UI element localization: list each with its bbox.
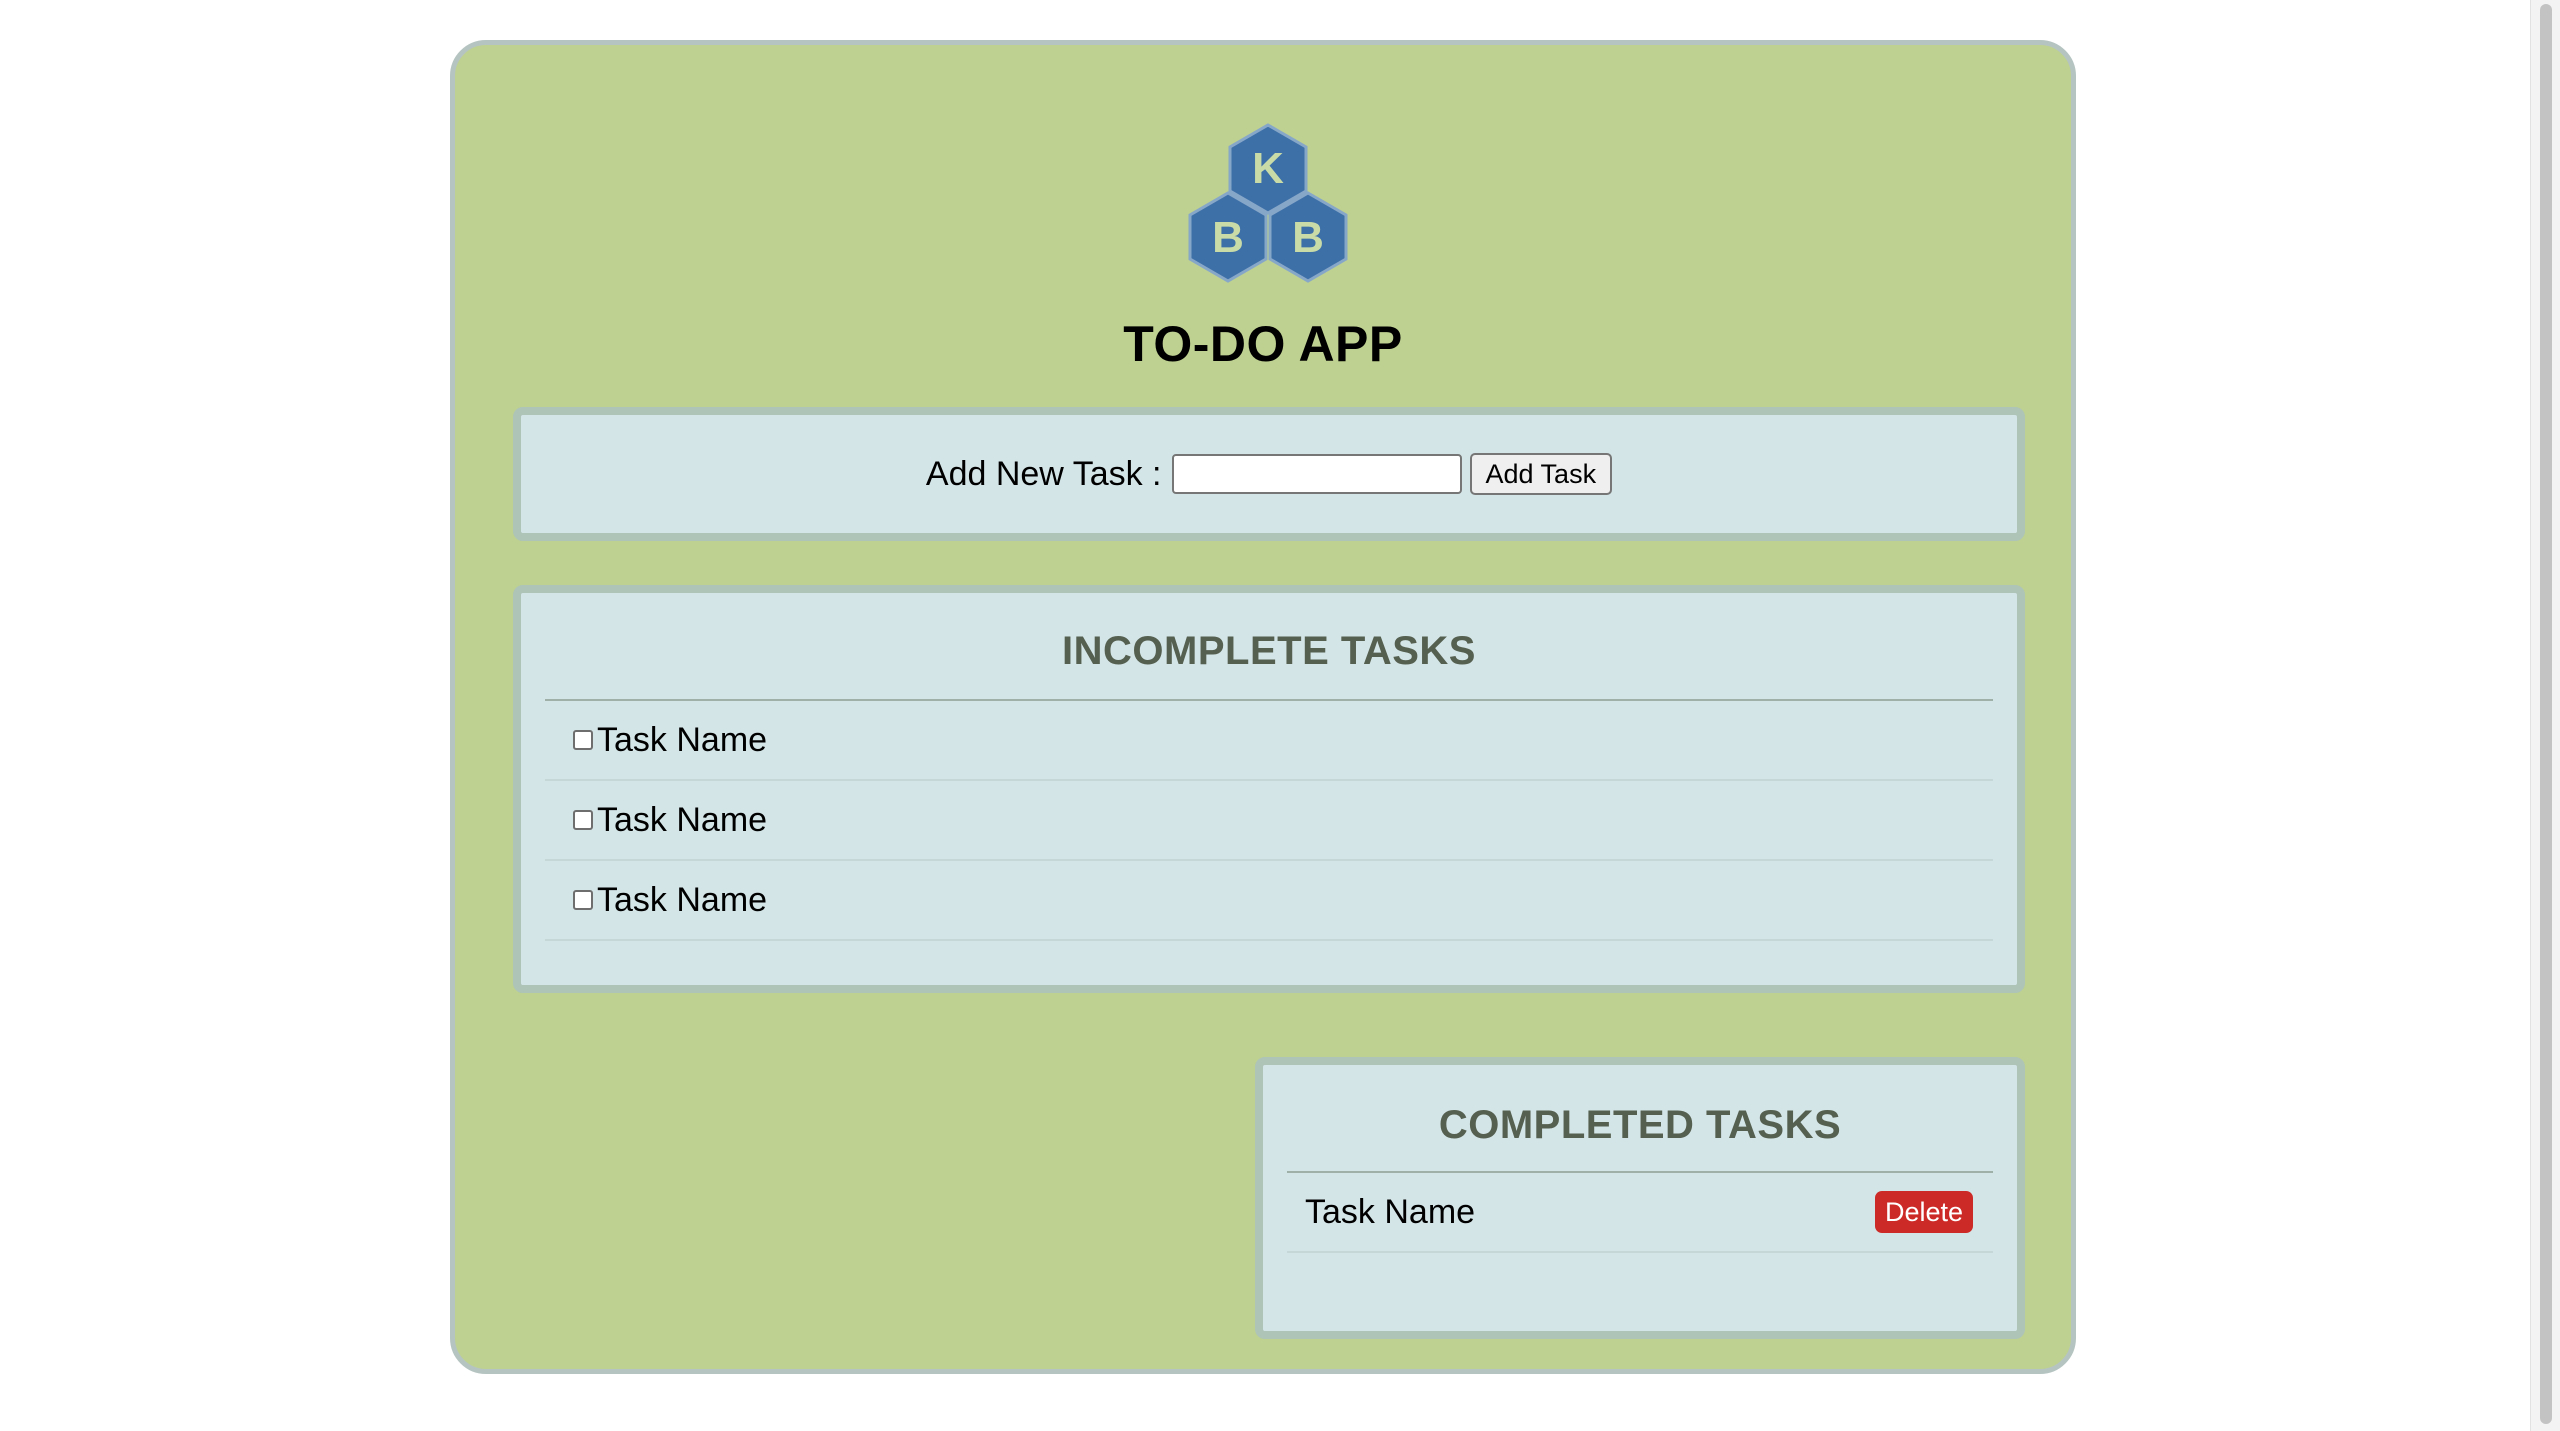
task-checkbox[interactable] <box>573 810 593 830</box>
add-task-label: Add New Task : <box>925 454 1162 493</box>
completed-task-item: Task Name Delete <box>1287 1173 1993 1253</box>
task-name: Task Name <box>597 880 768 919</box>
completed-tasks-panel: COMPLETED TASKS Task Name Delete <box>1255 1057 2025 1339</box>
task-name: Task Name <box>1305 1192 1476 1231</box>
task-checkbox[interactable] <box>573 890 593 910</box>
add-task-row: Add New Task : Add Task <box>521 415 2017 533</box>
task-name: Task Name <box>597 720 768 759</box>
logo-letter-b-left: B <box>1212 213 1244 262</box>
add-task-panel: Add New Task : Add Task <box>513 407 2025 541</box>
incomplete-task-item: Task Name <box>545 861 1993 941</box>
completed-tasks-title: COMPLETED TASKS <box>1438 1103 1842 1147</box>
incomplete-task-list: Task Name Task Name Task Name <box>545 701 1993 941</box>
kbb-logo: K B B <box>1188 123 1348 283</box>
app-title: TO-DO APP <box>1123 316 1403 372</box>
incomplete-task-item: Task Name <box>545 701 1993 781</box>
page-scrollbar[interactable] <box>2530 0 2560 1431</box>
incomplete-tasks-title: INCOMPLETE TASKS <box>1062 629 1476 673</box>
add-task-button[interactable]: Add Task <box>1469 453 1613 495</box>
logo-letter-b-right: B <box>1292 213 1324 262</box>
delete-task-button[interactable]: Delete <box>1874 1191 1973 1233</box>
scrollbar-thumb[interactable] <box>2540 4 2552 1424</box>
task-checkbox[interactable] <box>573 730 593 750</box>
todo-app-card: K B B TO-DO APP Add New Task : Add Task … <box>450 40 2076 1374</box>
new-task-input[interactable] <box>1171 454 1462 494</box>
incomplete-tasks-panel: INCOMPLETE TASKS Task Name Task Name Tas… <box>513 585 2025 993</box>
incomplete-task-item: Task Name <box>545 781 1993 861</box>
completed-task-list: Task Name Delete <box>1287 1173 1993 1253</box>
task-name: Task Name <box>597 800 768 839</box>
logo-letter-k: K <box>1252 144 1284 193</box>
